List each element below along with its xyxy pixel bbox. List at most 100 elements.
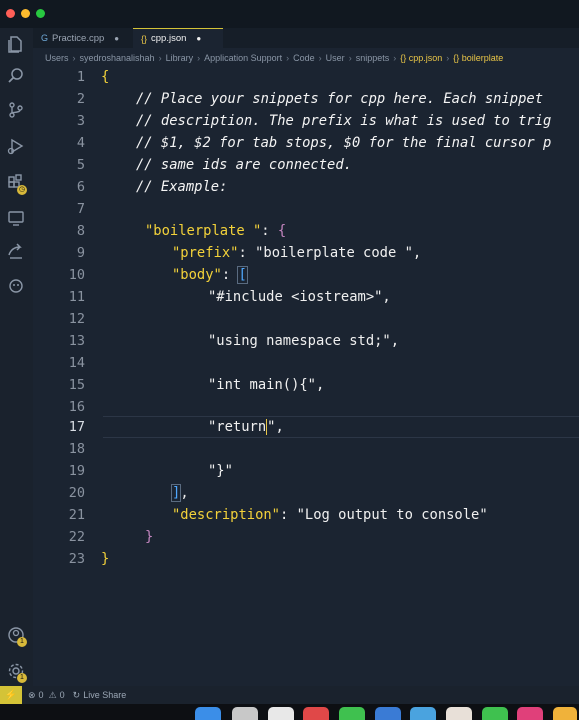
- accounts-icon[interactable]: 1: [6, 625, 27, 647]
- extensions-badge-icon: ◷: [17, 185, 27, 195]
- problems-error-icon[interactable]: ⊗: [28, 690, 36, 701]
- breadcrumb-item[interactable]: {} boilerplate: [453, 53, 503, 63]
- code-line-20: ],: [170, 482, 189, 504]
- finder-dock-icon[interactable]: [195, 707, 221, 720]
- json-file-icon: {}: [141, 33, 148, 44]
- calendar-dock-icon[interactable]: [303, 707, 329, 720]
- current-line-highlight: [103, 416, 579, 438]
- music-dock-icon[interactable]: [517, 707, 543, 720]
- live-share-status-icon[interactable]: ↻: [73, 690, 81, 701]
- json-value: "Log output to console": [296, 507, 488, 523]
- mail-dock-icon[interactable]: [375, 707, 401, 720]
- chrome-dock-icon[interactable]: [268, 707, 294, 720]
- code-text: ",: [267, 419, 284, 435]
- live-share-icon[interactable]: [6, 241, 26, 261]
- modified-dot-icon[interactable]: ●: [114, 34, 119, 43]
- search-icon[interactable]: [6, 66, 26, 86]
- line-number: 19: [68, 463, 85, 479]
- warnings-count[interactable]: 0: [60, 690, 65, 700]
- breadcrumb-item[interactable]: Users: [45, 53, 69, 63]
- tab-label: cpp.json: [151, 33, 187, 44]
- colon: :: [238, 245, 256, 261]
- code-line-6: // Example:: [136, 179, 228, 195]
- code-line-1: {: [101, 69, 110, 85]
- settings-badge: 1: [17, 673, 27, 683]
- code-line-3: // description. The prefix is what is us…: [136, 113, 552, 129]
- line-number: 6: [76, 179, 85, 195]
- facetime-dock-icon[interactable]: [482, 707, 508, 720]
- line-number: 5: [76, 157, 85, 173]
- json-key: "boilerplate ": [145, 223, 262, 239]
- line-number: 21: [68, 507, 85, 523]
- line-number: 2: [76, 91, 85, 107]
- code-line-22: }: [145, 529, 154, 545]
- json-key: "description": [172, 507, 280, 523]
- line-number: 8: [76, 223, 85, 239]
- code-line-2: // Place your snippets for cpp here. Eac…: [136, 91, 544, 107]
- warning-icon[interactable]: ⚠: [49, 690, 57, 701]
- code-line-17: "return",: [208, 416, 284, 438]
- problems-count[interactable]: 0: [39, 690, 44, 700]
- github-icon[interactable]: [6, 276, 26, 296]
- breadcrumb: Users › syedroshanalishah › Library › Appli…: [33, 48, 579, 67]
- remote-explorer-icon[interactable]: [6, 208, 26, 228]
- code-line-9: "prefix": "boilerplate code ",: [172, 242, 421, 264]
- code-line-21: "description": "Log output to console": [172, 504, 488, 526]
- remote-indicator-button[interactable]: ⚡: [0, 686, 22, 704]
- tab-cpp-json[interactable]: {} cpp.json ●: [133, 28, 223, 48]
- tab-label: Practice.cpp: [52, 32, 105, 44]
- breadcrumb-item[interactable]: Application Support: [204, 53, 282, 63]
- line-number: 9: [76, 245, 85, 261]
- breadcrumb-item[interactable]: syedroshanalishah: [80, 53, 155, 63]
- editor-tabs: G Practice.cpp ● {} cpp.json ●: [33, 28, 579, 48]
- line-number: 20: [68, 485, 85, 501]
- breadcrumb-item[interactable]: Code: [293, 53, 315, 63]
- explorer-icon[interactable]: [6, 34, 26, 54]
- notes-dock-icon[interactable]: [553, 707, 577, 720]
- title-bar: [0, 0, 579, 28]
- line-number: 15: [68, 377, 85, 393]
- code-editor[interactable]: 1 2 3 4 5 6 7 8 9 10 11 12 13 14 15 16 1…: [33, 67, 579, 686]
- code-line-19: "}": [208, 463, 233, 479]
- status-bar: ⚡ ⊗ 0 ⚠ 0 ↻ Live Share: [0, 686, 579, 704]
- line-number: 13: [68, 333, 85, 349]
- breadcrumb-item[interactable]: Library: [166, 53, 194, 63]
- colon: :: [279, 507, 297, 523]
- source-control-icon[interactable]: [6, 100, 26, 120]
- line-number: 22: [68, 529, 85, 545]
- launchpad-dock-icon[interactable]: [232, 707, 258, 720]
- line-number-current: 17: [68, 419, 85, 435]
- brace: {: [277, 223, 287, 239]
- extensions-icon[interactable]: ◷: [6, 173, 27, 195]
- code-line-4: // $1, $2 for tab stops, $0 for the fina…: [136, 135, 552, 151]
- code-line-8: "boilerplate ": {: [145, 220, 286, 242]
- manage-gear-icon[interactable]: 1: [6, 661, 27, 683]
- breadcrumb-item[interactable]: {} cpp.json: [400, 53, 442, 63]
- line-number: 4: [76, 135, 85, 151]
- breadcrumb-item[interactable]: snippets: [356, 53, 390, 63]
- maps-dock-icon[interactable]: [410, 707, 436, 720]
- line-number: 14: [68, 355, 85, 371]
- json-key: "body": [172, 267, 222, 283]
- line-number: 3: [76, 113, 85, 129]
- json-key: "prefix": [172, 245, 239, 261]
- minimize-window-button[interactable]: [21, 9, 30, 18]
- live-share-status[interactable]: Live Share: [83, 690, 126, 700]
- photos-dock-icon[interactable]: [446, 707, 472, 720]
- bracket: [: [237, 266, 248, 284]
- maximize-window-button[interactable]: [36, 9, 45, 18]
- breadcrumb-item[interactable]: User: [326, 53, 345, 63]
- modified-dot-icon[interactable]: ●: [196, 34, 201, 43]
- code-line-23: }: [101, 551, 110, 567]
- remote-icon: ⚡: [4, 689, 18, 701]
- line-number: 23: [68, 551, 85, 567]
- tab-practice-cpp[interactable]: G Practice.cpp ●: [33, 28, 133, 48]
- close-window-button[interactable]: [6, 9, 15, 18]
- line-number: 12: [68, 311, 85, 327]
- code-text: "return: [208, 419, 267, 435]
- messages-dock-icon[interactable]: [339, 707, 365, 720]
- run-debug-icon[interactable]: [6, 136, 26, 156]
- accounts-badge: 1: [17, 637, 27, 647]
- line-number: 16: [68, 399, 85, 415]
- line-number: 7: [76, 201, 85, 217]
